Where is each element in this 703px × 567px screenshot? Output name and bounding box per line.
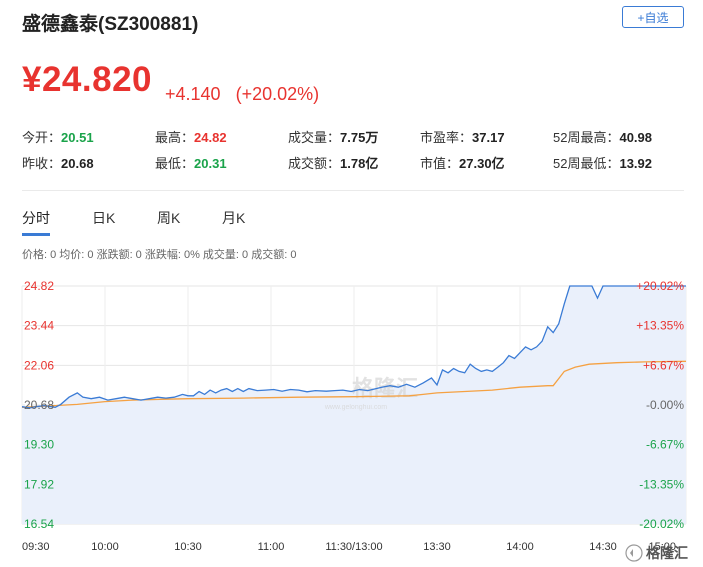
stat-label: 52周最高： [553, 130, 620, 145]
y-tick-right: -13.35% [639, 477, 684, 491]
y-tick-left: 16.54 [24, 517, 54, 531]
y-tick-left: 24.82 [24, 279, 54, 293]
stat-item: 今开：20.51 [22, 127, 94, 146]
stat-value: 37.17 [472, 130, 505, 145]
x-tick: 09:30 [22, 541, 50, 553]
stat-value: 20.51 [61, 130, 94, 145]
x-tick: 11:30/13:00 [325, 541, 382, 553]
x-tick: 10:30 [174, 541, 202, 553]
x-axis: 09:30 10:00 10:30 11:00 11:30/13:00 13:30 14:0… [22, 541, 676, 553]
stat-value: 7.75万 [340, 130, 379, 145]
stat-label: 52周最低： [553, 156, 620, 171]
stock-title: 盛德鑫泰(SZ300881) [22, 14, 199, 35]
current-price: ¥24.820 [22, 60, 153, 99]
y-tick-left: 22.06 [24, 358, 54, 372]
stat-item: 市值：27.30亿 [420, 153, 505, 172]
add-to-watchlist-button[interactable]: +自选 [622, 6, 684, 28]
y-tick-right: +20.02% [636, 279, 684, 293]
stat-value: 20.31 [194, 156, 227, 171]
x-tick: 10:00 [91, 541, 119, 553]
stat-value: 20.68 [61, 156, 94, 171]
x-tick: 13:30 [423, 541, 451, 553]
stat-value: 27.30亿 [459, 156, 505, 171]
x-tick: 14:00 [506, 541, 534, 553]
change-amount: +4.140 [165, 84, 221, 104]
y-tick-right: -20.02% [639, 517, 684, 531]
y-tick-left: 17.92 [24, 477, 54, 491]
y-tick-right: -0.00% [646, 398, 684, 412]
price-change: +4.140 (+20.02%) [165, 84, 329, 105]
stat-label: 最低： [155, 156, 195, 171]
y-tick-right: +6.67% [643, 358, 684, 372]
stat-item: 52周最低：13.92 [553, 153, 652, 172]
y-tick-right: -6.67% [646, 438, 684, 452]
tab-monthly-k[interactable]: 月K [222, 208, 245, 228]
tab-weekly-k[interactable]: 周K [157, 208, 180, 228]
stat-item: 最高：24.82 [155, 127, 227, 146]
stat-item: 成交额：1.78亿 [288, 153, 378, 172]
intraday-chart[interactable]: 格隆汇 www.gelonghui.com 24.82 23.44 22.06 20.… [0, 278, 703, 567]
stat-value: 13.92 [619, 156, 653, 171]
x-tick: 14:30 [589, 541, 617, 553]
stat-item: 最低：20.31 [155, 153, 227, 172]
stat-item: 市盈率：37.17 [420, 127, 505, 146]
y-tick-left: 23.44 [24, 319, 54, 333]
corner-logo-text: 格隆汇 [646, 545, 688, 561]
stat-label: 昨收： [22, 156, 62, 171]
stat-label: 成交量： [288, 130, 341, 145]
stat-item: 昨收：20.68 [22, 153, 94, 172]
stat-value: 24.82 [194, 130, 227, 145]
divider [22, 190, 684, 191]
stat-label: 成交额： [288, 156, 341, 171]
stat-value: 1.78亿 [340, 156, 379, 171]
stat-label: 市盈率： [420, 130, 473, 145]
y-tick-left: 20.68 [24, 398, 54, 412]
y-tick-left: 19.30 [24, 438, 54, 452]
tab-intraday[interactable]: 分时 [22, 208, 50, 228]
stat-item: 成交量：7.75万 [288, 127, 378, 146]
logo-icon [625, 544, 643, 562]
tab-daily-k[interactable]: 日K [92, 208, 115, 228]
change-percent: (+20.02%) [235, 84, 320, 104]
corner-logo: 格隆汇 [625, 544, 688, 562]
stat-label: 今开： [22, 130, 62, 145]
stat-item: 52周最高：40.98 [553, 127, 652, 146]
stat-label: 最高： [155, 130, 195, 145]
crosshair-info: 价格: 0 均价: 0 涨跌额: 0 涨跌幅: 0% 成交量: 0 成交额: 0 [22, 249, 297, 261]
y-tick-right: +13.35% [636, 319, 684, 333]
watermark: 格隆汇 [352, 376, 418, 401]
stat-label: 市值： [420, 156, 460, 171]
x-tick: 11:00 [258, 541, 285, 553]
watermark-url: www.gelonghui.com [324, 404, 387, 411]
active-tab-indicator [22, 233, 50, 236]
stat-value: 40.98 [619, 130, 653, 145]
logo-mark [630, 549, 633, 557]
